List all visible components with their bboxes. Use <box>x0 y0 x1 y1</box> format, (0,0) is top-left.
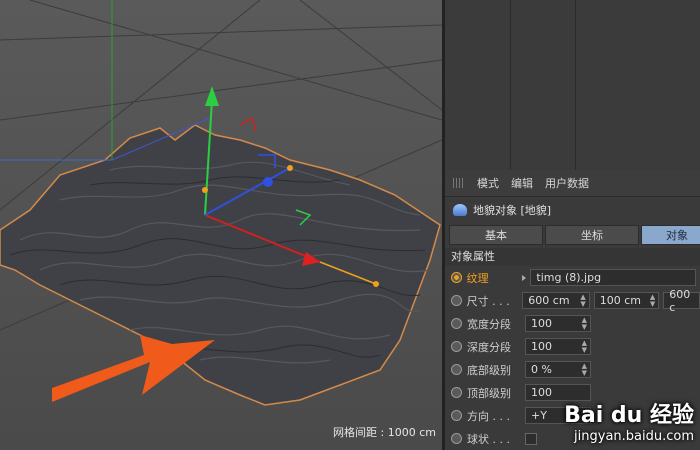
size-z-value: 600 c <box>669 287 691 314</box>
spinner-icon[interactable]: ▲ ▼ <box>582 363 587 377</box>
viewport-scene <box>0 0 442 406</box>
keyframe-radio[interactable] <box>451 433 462 444</box>
spinner-icon[interactable]: ▲ ▼ <box>582 317 587 331</box>
grid-spacing-label: 网格间距 : 1000 cm <box>333 426 436 439</box>
direction-value: +Y <box>531 409 547 422</box>
attribute-menu-bar: 模式 编辑 用户数据 <box>445 170 700 197</box>
menu-mode[interactable]: 模式 <box>477 175 499 191</box>
top-level-field[interactable]: 100 <box>525 384 591 401</box>
texture-label: 纹理 <box>466 271 489 285</box>
direction-label: 方向 . . . <box>467 409 510 423</box>
direction-dropdown[interactable]: +Y <box>525 407 591 424</box>
row-bottom-level: 底部级别 0 % ▲ ▼ <box>445 358 700 381</box>
spinner-icon[interactable]: ▲ ▼ <box>582 340 587 354</box>
keyframe-radio[interactable] <box>451 295 462 306</box>
tab-coord[interactable]: 坐标 <box>545 225 639 245</box>
size-z-field[interactable]: 600 c <box>663 288 700 314</box>
width-seg-label: 宽度分段 <box>467 317 511 331</box>
menu-user-data[interactable]: 用户数据 <box>545 175 589 191</box>
row-size: 尺寸 . . . 600 cm ▲ ▼ 100 cm ▲ ▼ 600 c <box>445 288 700 314</box>
attribute-manager: 模式 编辑 用户数据 地貌对象 [地貌] 基本 坐标 对象 对象属性 纹理 ti… <box>445 170 700 450</box>
size-y-field[interactable]: 100 cm ▲ ▼ <box>593 292 660 309</box>
size-y-value: 100 cm <box>599 294 642 307</box>
depth-seg-value: 100 <box>531 340 552 353</box>
bottom-level-label: 底部级别 <box>467 363 511 377</box>
spinner-icon[interactable]: ▲ ▼ <box>650 294 655 308</box>
object-title: 地貌对象 [地貌] <box>445 197 700 223</box>
size-x-value: 600 cm <box>528 294 570 307</box>
texture-field[interactable]: timg (8).jpg <box>530 269 696 286</box>
spherical-label: 球状 . . . <box>467 432 510 446</box>
bottom-level-field[interactable]: 0 % ▲ ▼ <box>525 361 591 378</box>
row-texture: 纹理 timg (8).jpg <box>445 266 700 289</box>
3d-viewport[interactable]: 网格间距 : 1000 cm <box>0 0 442 450</box>
object-manager-panel[interactable] <box>445 0 700 170</box>
width-seg-value: 100 <box>531 317 552 330</box>
top-level-value: 100 <box>531 386 552 399</box>
size-x-field[interactable]: 600 cm ▲ ▼ <box>522 292 590 309</box>
menu-edit[interactable]: 编辑 <box>511 175 533 191</box>
width-seg-field[interactable]: 100 ▲ ▼ <box>525 315 591 332</box>
keyframe-radio[interactable] <box>451 318 462 329</box>
top-level-label: 顶部级别 <box>467 386 511 400</box>
tab-basic[interactable]: 基本 <box>449 225 543 245</box>
depth-seg-field[interactable]: 100 ▲ ▼ <box>525 338 591 355</box>
attribute-tabs: 基本 坐标 对象 <box>449 225 700 245</box>
spherical-checkbox[interactable] <box>525 432 537 445</box>
depth-seg-label: 深度分段 <box>467 340 511 354</box>
size-label: 尺寸 . . . <box>466 294 510 308</box>
row-width-segments: 宽度分段 100 ▲ ▼ <box>445 312 700 335</box>
section-title: 对象属性 <box>445 248 700 266</box>
tab-object[interactable]: 对象 <box>641 225 700 245</box>
landscape-object-icon <box>453 204 467 216</box>
keyframe-radio[interactable] <box>451 410 462 421</box>
grip-icon[interactable] <box>453 178 465 188</box>
spinner-icon[interactable]: ▲ ▼ <box>580 294 585 308</box>
expand-triangle-icon[interactable] <box>522 274 527 281</box>
object-title-text: 地貌对象 [地貌] <box>473 204 552 217</box>
keyframe-radio[interactable] <box>451 364 462 375</box>
row-direction: 方向 . . . +Y <box>445 404 700 427</box>
keyframe-radio[interactable] <box>451 387 462 398</box>
column-divider <box>510 0 511 170</box>
keyframe-radio[interactable] <box>451 272 462 283</box>
row-depth-segments: 深度分段 100 ▲ ▼ <box>445 335 700 358</box>
column-divider <box>575 0 576 170</box>
bottom-level-value: 0 % <box>531 363 552 376</box>
row-top-level: 顶部级别 100 <box>445 381 700 404</box>
keyframe-radio[interactable] <box>451 341 462 352</box>
row-spherical: 球状 . . . <box>445 427 700 450</box>
